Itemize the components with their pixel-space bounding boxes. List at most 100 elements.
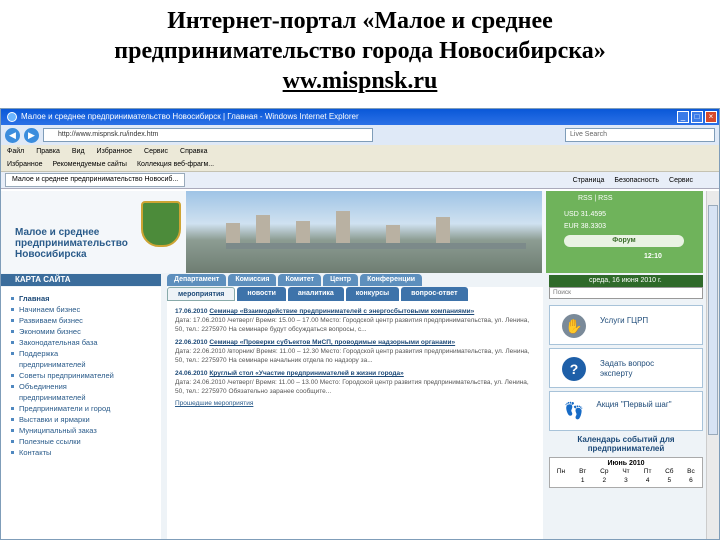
question-icon: ? — [562, 357, 586, 381]
back-button[interactable]: ◀ — [5, 127, 20, 143]
calendar-weekdays: Пн Вт Ср Чт Пт Сб Вс — [554, 467, 698, 476]
tab-qa[interactable]: вопрос-ответ — [401, 287, 468, 301]
event-title-link[interactable]: Круглый стол «Участие предпринимателей в… — [209, 370, 403, 377]
clock-time: 12:10 — [644, 253, 662, 260]
site-search-input[interactable]: Поиск — [549, 287, 703, 299]
cmd-page[interactable]: Страница — [573, 177, 605, 184]
forum-button[interactable]: Форум — [564, 235, 684, 247]
browser-tab[interactable]: Малое и среднее предпринимательство Ново… — [5, 173, 186, 187]
sidebar-item-home[interactable]: Главная — [11, 293, 161, 304]
past-events-link[interactable]: Прошедшие мероприятия — [167, 400, 543, 407]
window-titlebar: Малое и среднее предпринимательство Ново… — [1, 109, 719, 125]
services-label: Услуги ГЦРП — [600, 316, 649, 325]
calendar-day[interactable]: 3 — [619, 476, 633, 485]
maximize-button[interactable]: □ — [691, 111, 703, 123]
site-logo-text[interactable]: Малое и среднее предпринимательство Ново… — [15, 227, 135, 260]
sitemap-header[interactable]: КАРТА САЙТА — [1, 274, 161, 286]
cmd-tools[interactable]: Сервис — [669, 177, 693, 184]
slide-url[interactable]: ww.mispnsk.ru — [283, 66, 438, 96]
scrollbar-thumb[interactable] — [708, 205, 718, 435]
sidebar-item-exhibitions[interactable]: Выставки и ярмарки — [11, 414, 161, 425]
sidebar-menu: Главная Начинаем бизнес Развиваем бизнес… — [1, 287, 161, 539]
ie-icon — [7, 112, 17, 122]
services-button[interactable]: ✋ Услуги ГЦРП — [549, 305, 703, 345]
menu-file[interactable]: Файл — [7, 145, 24, 158]
event-item: 22.06.2010 Семинар «Проверки субъектов М… — [175, 338, 535, 365]
city-panorama-image — [186, 191, 542, 273]
event-body: Дата: 24.06.2010 /четверг/ Время: 11.00 … — [175, 379, 529, 395]
event-date: 22.06.2010 — [175, 339, 208, 346]
weekday: Ср — [600, 468, 609, 475]
menu-bar: Файл Правка Вид Избранное Сервис Справка — [1, 145, 719, 158]
rss-links[interactable]: RSS | RSS — [578, 195, 613, 202]
menu-view[interactable]: Вид — [72, 145, 85, 158]
event-body: Дата: 22.06.2010 /вторник/ Время: 11.00 … — [175, 348, 530, 364]
calendar-day[interactable]: 5 — [662, 476, 676, 485]
handshake-icon: ✋ — [562, 314, 586, 338]
nav-center[interactable]: Центр — [323, 274, 359, 286]
right-column: Поиск ✋ Услуги ГЦРП ? Задать вопрос эксп… — [549, 287, 703, 539]
ask-expert-label: Задать вопрос эксперту — [600, 359, 655, 378]
favorites-button[interactable]: Избранное — [7, 158, 42, 171]
first-step-label: Акция "Первый шаг" — [596, 400, 672, 409]
nav-committee[interactable]: Комитет — [278, 274, 322, 286]
tab-news[interactable]: новости — [237, 287, 286, 301]
weekday: Пн — [556, 468, 566, 475]
sidebar-item-associations[interactable]: Объединения предпринимателей — [11, 381, 119, 403]
sidebar-item-start-business[interactable]: Начинаем бизнес — [11, 304, 161, 315]
slide-title: Интернет-портал «Малое и среднее предпри… — [0, 6, 720, 96]
events-calendar: Июнь 2010 Пн Вт Ср Чт Пт Сб Вс 1 2 3 4 5 — [549, 457, 703, 488]
sidebar-item-contacts[interactable]: Контакты — [11, 447, 161, 458]
calendar-day[interactable]: 6 — [684, 476, 698, 485]
favorites-bar: Избранное Рекомендуемые сайты Коллекция … — [1, 158, 719, 172]
menu-favorites[interactable]: Избранное — [97, 145, 132, 158]
event-title-link[interactable]: Семинар «Проверки субъектов МиСП, провод… — [209, 339, 455, 346]
address-field[interactable]: http://www.mispnsk.ru/index.htm — [43, 128, 373, 142]
city-emblem-icon — [141, 201, 181, 247]
nav-conferences[interactable]: Конференции — [360, 274, 423, 286]
cmd-safety[interactable]: Безопасность — [614, 177, 659, 184]
browser-screenshot: Малое и среднее предпринимательство Ново… — [0, 108, 720, 540]
sidebar-item-develop-business[interactable]: Развиваем бизнес — [11, 315, 161, 326]
ask-expert-button[interactable]: ? Задать вопрос эксперту — [549, 348, 703, 388]
calendar-day[interactable] — [554, 476, 568, 485]
content-tabs: мероприятия новости аналитика конкурсы в… — [167, 287, 543, 301]
forward-button[interactable]: ▶ — [24, 127, 39, 143]
calendar-day[interactable]: 2 — [597, 476, 611, 485]
calendar-day[interactable]: 4 — [641, 476, 655, 485]
sidebar-item-useful-links[interactable]: Полезные ссылки — [11, 436, 161, 447]
sidebar-item-support[interactable]: Поддержка предпринимателей — [11, 348, 119, 370]
slide-title-line1: Интернет-портал «Малое и среднее — [167, 8, 553, 34]
menu-help[interactable]: Справка — [180, 145, 207, 158]
current-date: среда, 16 июня 2010 г. — [549, 275, 703, 287]
nav-commission[interactable]: Комиссия — [228, 274, 277, 286]
web-slice-gallery-link[interactable]: Коллекция веб-фрагм... — [137, 158, 214, 171]
weekday: Вт — [579, 468, 587, 475]
event-body: Дата: 17.06.2010 /четверг/ Время: 15.00 … — [175, 317, 530, 333]
calendar-header: Календарь событий для предпринимателей — [577, 435, 675, 453]
event-item: 24.06.2010 Круглый стол «Участие предпри… — [175, 369, 535, 396]
menu-edit[interactable]: Правка — [36, 145, 60, 158]
sidebar-item-save-business[interactable]: Экономим бизнес — [11, 326, 161, 337]
nav-department[interactable]: Департамент — [167, 274, 227, 286]
tab-contests[interactable]: конкурсы — [345, 287, 400, 301]
address-bar-row: ◀ ▶ http://www.mispnsk.ru/index.htm Live… — [1, 125, 719, 145]
suggested-sites-link[interactable]: Рекомендуемые сайты — [52, 158, 126, 171]
vertical-scrollbar[interactable] — [706, 191, 719, 539]
tab-events[interactable]: мероприятия — [167, 287, 236, 301]
menu-tools[interactable]: Сервис — [144, 145, 168, 158]
sidebar-item-legislation[interactable]: Законодательная база — [11, 337, 161, 348]
sidebar-item-councils[interactable]: Советы предпринимателей — [11, 370, 161, 381]
tab-analytics[interactable]: аналитика — [287, 287, 344, 301]
minimize-button[interactable]: _ — [677, 111, 689, 123]
close-button[interactable]: × — [705, 111, 717, 123]
calendar-day[interactable]: 1 — [576, 476, 590, 485]
sidebar-item-municipal-order[interactable]: Муниципальный заказ — [11, 425, 161, 436]
browser-search-input[interactable]: Live Search — [565, 128, 715, 142]
weekday: Сб — [665, 468, 674, 475]
weekday: Чт — [622, 468, 630, 475]
event-title-link[interactable]: Семинар «Взаимодействие предпринимателей… — [209, 308, 474, 315]
top-navigation: Департамент Комиссия Комитет Центр Конфе… — [167, 274, 423, 286]
sidebar-item-city[interactable]: Предприниматели и город — [11, 403, 161, 414]
first-step-button[interactable]: 👣 Акция "Первый шаг" — [549, 391, 703, 431]
